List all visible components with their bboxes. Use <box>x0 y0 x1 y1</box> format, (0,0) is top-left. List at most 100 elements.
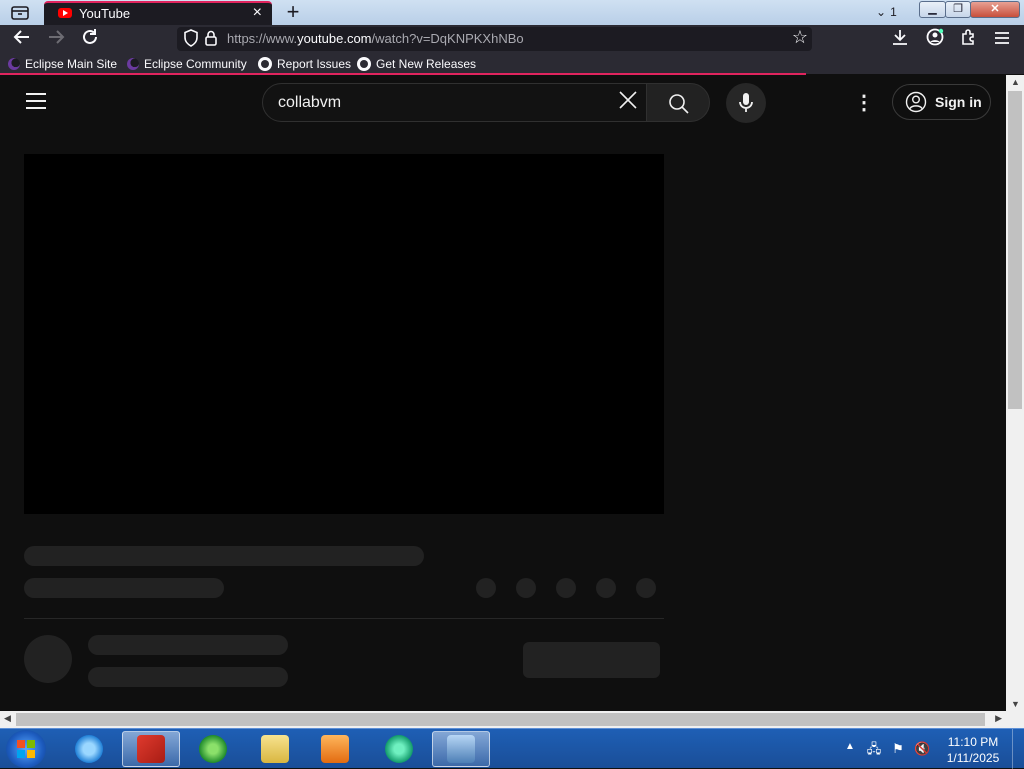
skeleton-meta-line <box>24 578 224 598</box>
window-restore-button[interactable]: ❐ <box>945 1 971 18</box>
youtube-favicon-icon <box>58 8 72 18</box>
url-domain: youtube.com <box>297 31 372 46</box>
skeleton-channel-line <box>88 635 288 655</box>
account-button[interactable] <box>924 28 946 50</box>
forward-button[interactable] <box>45 28 67 50</box>
search-box <box>262 83 647 122</box>
bookmark-label: Get New Releases <box>376 56 477 71</box>
bookmark-label: Eclipse Community <box>144 56 247 71</box>
github-icon <box>357 56 371 71</box>
bookmark-label: Report Issues <box>277 56 352 71</box>
forward-arrow-icon <box>49 30 65 44</box>
window-close-button[interactable]: ✕ <box>970 1 1020 18</box>
taskbar-internet-explorer[interactable] <box>60 731 118 767</box>
remote-desktop-icon <box>447 735 475 763</box>
video-player[interactable] <box>24 154 664 514</box>
chevron-down-icon: ⌄ <box>876 5 887 19</box>
bookmark-get-new-releases[interactable]: Get New Releases <box>357 55 476 72</box>
bookmark-label: Eclipse Main Site <box>25 56 118 71</box>
tracking-shield-icon[interactable] <box>183 29 199 51</box>
vertical-scroll-thumb[interactable] <box>1008 91 1022 409</box>
account-icon <box>926 28 944 46</box>
internet-explorer-icon <box>75 735 103 763</box>
bookmarks-toolbar: Eclipse Main Site Eclipse Community Repo… <box>0 53 1024 74</box>
url-path: /watch?v=DqKNPKXhNBo <box>371 31 524 46</box>
tab-count: 1 <box>890 5 897 19</box>
tab-list-icon <box>11 6 29 20</box>
url-text[interactable]: https://www.youtube.com/watch?v=DqKNPKXh… <box>227 31 524 46</box>
folder-icon <box>261 735 289 763</box>
globe-download-icon <box>199 735 227 763</box>
taskbar-download-manager[interactable] <box>184 731 242 767</box>
bookmark-report-issues[interactable]: Report Issues <box>258 55 351 72</box>
list-all-tabs-button[interactable]: ⌄ 1 <box>876 3 910 21</box>
start-button[interactable] <box>6 730 46 768</box>
scrollbar-corner <box>1006 711 1024 728</box>
search-input[interactable] <box>278 93 598 113</box>
reload-button[interactable] <box>79 28 101 50</box>
windows-logo-icon <box>17 740 35 758</box>
bookmark-eclipse-main-site[interactable]: Eclipse Main Site <box>8 55 117 72</box>
skeleton-subscribe-button <box>523 642 660 678</box>
skeleton-title-line <box>24 546 424 566</box>
lock-icon[interactable] <box>205 30 217 46</box>
skeleton-avatar <box>24 635 72 683</box>
tab-close-icon[interactable]: × <box>253 4 262 22</box>
user-circle-icon <box>905 91 927 113</box>
hamburger-line <box>26 100 46 102</box>
youtube-page: ⋮ Sign in <box>0 75 1006 711</box>
volume-muted-icon[interactable]: 🔇 <box>914 741 930 757</box>
horizontal-scroll-thumb[interactable] <box>16 713 985 726</box>
show-hidden-icons-icon[interactable]: ▲ <box>845 741 855 752</box>
taskbar-gcompris[interactable] <box>122 731 180 767</box>
scroll-up-arrow-icon[interactable]: ▲ <box>1011 77 1020 87</box>
taskbar-file-explorer[interactable] <box>246 731 304 767</box>
divider <box>24 618 664 619</box>
scroll-left-arrow-icon[interactable]: ◀ <box>4 713 11 724</box>
network-icon[interactable]: 🖧 <box>866 741 882 757</box>
app-menu-button[interactable] <box>991 28 1013 50</box>
voice-search-button[interactable] <box>726 83 766 123</box>
clear-search-icon[interactable] <box>614 89 642 117</box>
puzzle-piece-icon <box>962 29 974 45</box>
settings-more-icon[interactable]: ⋮ <box>852 91 876 115</box>
back-button[interactable] <box>11 28 33 50</box>
sign-in-button[interactable]: Sign in <box>892 84 991 120</box>
github-icon <box>258 56 272 71</box>
downloads-button[interactable] <box>889 28 911 50</box>
taskbar-media-player[interactable] <box>306 731 364 767</box>
taskbar-remote-desktop[interactable] <box>432 731 490 767</box>
eclipse-icon <box>127 57 139 70</box>
scroll-right-arrow-icon[interactable]: ▶ <box>995 713 1002 724</box>
extensions-button[interactable] <box>958 28 980 50</box>
new-tab-button[interactable]: + <box>282 0 304 24</box>
tab-list-button[interactable] <box>6 2 34 24</box>
hamburger-line <box>26 93 46 95</box>
microphone-icon <box>739 93 753 112</box>
search-button[interactable] <box>646 83 710 122</box>
skeleton-action-dot <box>596 578 616 598</box>
gcompris-icon <box>137 735 165 763</box>
hamburger-line <box>26 107 46 109</box>
sign-in-label: Sign in <box>935 94 982 110</box>
action-center-flag-icon[interactable]: ⚑ <box>890 741 906 757</box>
scroll-down-arrow-icon[interactable]: ▼ <box>1011 699 1020 709</box>
tab-youtube[interactable]: YouTube × <box>44 1 272 25</box>
address-bar[interactable]: https://www.youtube.com/watch?v=DqKNPKXh… <box>177 27 812 51</box>
youtube-guide-menu-button[interactable] <box>26 93 46 109</box>
taskbar-chat-app[interactable] <box>370 731 428 767</box>
chat-bubble-icon <box>385 735 413 763</box>
bookmark-eclipse-community[interactable]: Eclipse Community <box>127 55 247 72</box>
show-desktop-button[interactable] <box>1012 729 1024 769</box>
vertical-scrollbar[interactable]: ▲ ▼ <box>1006 75 1024 711</box>
skeleton-action-dot <box>516 578 536 598</box>
horizontal-scrollbar[interactable]: ◀ ▶ <box>0 711 1006 728</box>
url-prefix: https://www. <box>227 31 298 46</box>
tab-bar: YouTube × + ⌄ 1 ▁ ❐ ✕ <box>0 0 1024 25</box>
window-minimize-button[interactable]: ▁ <box>919 1 946 18</box>
bookmark-star-icon[interactable]: ☆ <box>792 27 808 48</box>
system-clock[interactable]: 11:10 PM 1/11/2025 <box>940 734 1006 766</box>
tab-title: YouTube <box>79 6 131 21</box>
back-arrow-icon <box>13 30 29 44</box>
download-icon <box>893 30 907 45</box>
